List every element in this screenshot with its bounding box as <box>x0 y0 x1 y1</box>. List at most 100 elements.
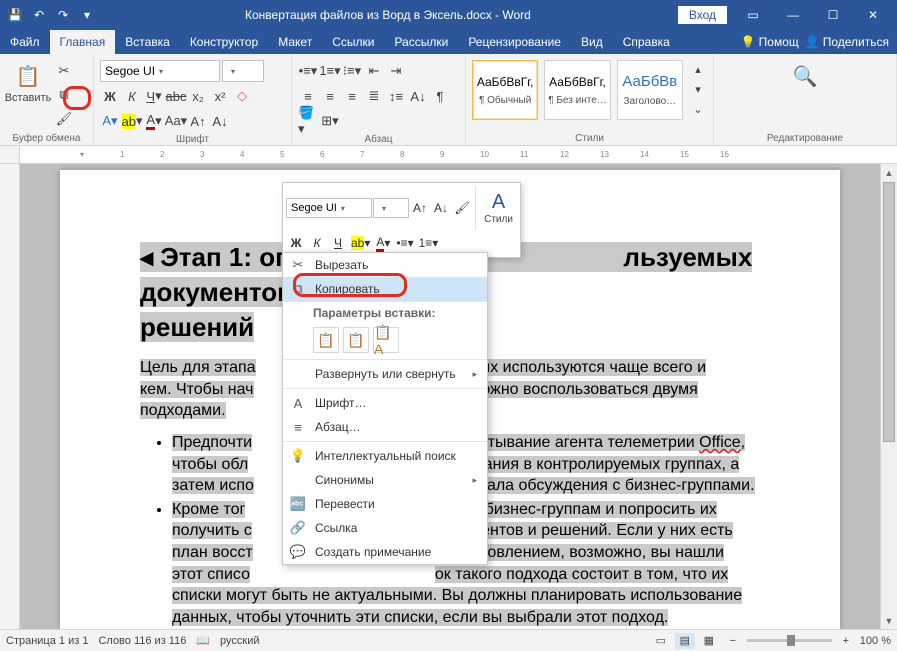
strike-button[interactable]: abc <box>166 85 186 107</box>
mini-bullets[interactable]: •≡▾ <box>394 232 415 254</box>
tab-insert[interactable]: Вставка <box>115 30 180 54</box>
paste-keep-source-icon[interactable]: 📋 <box>313 327 339 353</box>
borders-button[interactable]: ⊞▾ <box>320 110 340 132</box>
ctx-translate[interactable]: 🔤Перевести <box>283 492 487 516</box>
tab-file[interactable]: Файл <box>0 30 50 54</box>
tab-design[interactable]: Конструктор <box>180 30 268 54</box>
mini-styles-button[interactable]: A Стили <box>475 186 517 230</box>
mini-highlight[interactable]: ab▾ <box>349 232 372 254</box>
tab-layout[interactable]: Макет <box>268 30 322 54</box>
tab-home[interactable]: Главная <box>50 30 116 54</box>
subscript-button[interactable]: x₂ <box>188 85 208 107</box>
show-marks-button[interactable]: ¶ <box>430 85 450 107</box>
mini-bold[interactable]: Ж <box>286 232 306 254</box>
clear-format-button[interactable]: ◇ <box>232 85 252 107</box>
zoom-in-icon[interactable]: + <box>836 633 856 649</box>
format-painter-button[interactable]: 🖌 <box>54 108 74 130</box>
save-icon[interactable]: 💾 <box>4 4 26 26</box>
font-size-combo[interactable]: ▾ <box>222 60 264 82</box>
tab-review[interactable]: Рецензирование <box>458 30 571 54</box>
change-case-button[interactable]: Aa▾ <box>166 110 186 132</box>
underline-button[interactable]: Ч▾ <box>144 85 164 107</box>
scroll-up-icon[interactable]: ▲ <box>881 164 897 181</box>
bullets-button[interactable]: •≡▾ <box>298 60 318 82</box>
mini-underline[interactable]: Ч <box>328 232 348 254</box>
mini-size-combo[interactable]: ▾ <box>373 198 409 218</box>
cut-button[interactable]: ✂ <box>54 60 74 82</box>
undo-icon[interactable]: ↶ <box>28 4 50 26</box>
ctx-paragraph[interactable]: ≡Абзац… <box>283 415 487 439</box>
style-no-spacing[interactable]: АаБбВвГг, ¶ Без инте… <box>544 60 610 120</box>
view-print-icon[interactable]: ▤ <box>675 633 695 649</box>
text-effects-button[interactable]: A▾ <box>100 110 120 132</box>
mini-italic[interactable]: К <box>307 232 327 254</box>
scroll-down-icon[interactable]: ▼ <box>881 612 897 629</box>
view-read-icon[interactable]: ▭ <box>651 633 671 649</box>
view-web-icon[interactable]: ▦ <box>699 633 719 649</box>
highlight-button[interactable]: ab▾ <box>122 110 142 132</box>
vertical-ruler[interactable] <box>0 164 20 629</box>
styles-more-icon[interactable]: ⌄ <box>689 100 707 118</box>
find-button[interactable]: 🔍 <box>789 60 821 92</box>
zoom-level[interactable]: 100 % <box>860 635 891 647</box>
line-spacing-button[interactable]: ↕≡ <box>386 85 406 107</box>
status-words[interactable]: Слово 116 из 116 <box>98 635 186 647</box>
scroll-thumb[interactable] <box>883 182 895 442</box>
tab-view[interactable]: Вид <box>571 30 613 54</box>
numbering-button[interactable]: 1≡▾ <box>320 60 340 82</box>
maximize-icon[interactable]: ☐ <box>813 0 853 30</box>
horizontal-ruler[interactable]: ▾ 12 34 56 78 910 1112 1314 1516 <box>20 146 897 163</box>
shrink-font-button[interactable]: A↓ <box>210 110 230 132</box>
status-language[interactable]: русский <box>220 635 259 647</box>
mini-numbering[interactable]: 1≡▾ <box>417 232 441 254</box>
ctx-new-comment[interactable]: 💬Создать примечание <box>283 540 487 564</box>
ctx-cut[interactable]: ✂Вырезать <box>283 253 487 277</box>
copy-button[interactable]: ⧉ <box>54 84 74 106</box>
sort-button[interactable]: A↓ <box>408 85 428 107</box>
style-normal[interactable]: АаБбВвГг, ¶ Обычный <box>472 60 538 120</box>
mini-format-painter[interactable]: 🖌 <box>452 197 472 219</box>
share-button[interactable]: 👤 Поделиться <box>805 35 889 49</box>
paste-text-only-icon[interactable]: 📋A <box>373 327 399 353</box>
status-page[interactable]: Страница 1 из 1 <box>6 635 88 647</box>
style-heading1[interactable]: АаБбВв Заголово… <box>617 60 683 120</box>
zoom-out-icon[interactable]: − <box>723 633 743 649</box>
qat-customize-icon[interactable]: ▾ <box>76 4 98 26</box>
mini-font-combo[interactable]: Segoe UI▾ <box>286 198 372 218</box>
italic-button[interactable]: К <box>122 85 142 107</box>
mini-font-color[interactable]: A▾ <box>373 232 393 254</box>
ctx-link[interactable]: 🔗Ссылка <box>283 516 487 540</box>
ctx-synonyms[interactable]: Синонимы▸ <box>283 468 487 492</box>
styles-up-icon[interactable]: ▴ <box>689 60 707 78</box>
ctx-copy[interactable]: ⧉Копировать <box>283 277 487 301</box>
vertical-scrollbar[interactable]: ▲ ▼ <box>880 164 897 629</box>
shading-button[interactable]: 🪣▾ <box>298 110 318 132</box>
multilevel-button[interactable]: ⁝≡▾ <box>342 60 362 82</box>
increase-indent-button[interactable]: ⇥ <box>386 60 406 82</box>
paste-merge-icon[interactable]: 📋 <box>343 327 369 353</box>
mini-grow-font[interactable]: A↑ <box>410 197 430 219</box>
ctx-smart-lookup[interactable]: 💡Интеллектуальный поиск <box>283 444 487 468</box>
ctx-font[interactable]: AШрифт… <box>283 391 487 415</box>
ctx-expand-collapse[interactable]: Развернуть или свернуть▸ <box>283 362 487 386</box>
zoom-slider[interactable] <box>747 639 832 642</box>
font-color-button[interactable]: A▾ <box>144 110 164 132</box>
justify-button[interactable]: ≣ <box>364 85 384 107</box>
tab-mailings[interactable]: Рассылки <box>384 30 458 54</box>
align-left-button[interactable]: ≡ <box>298 85 318 107</box>
ribbon-options-icon[interactable]: ▭ <box>733 0 773 30</box>
styles-down-icon[interactable]: ▾ <box>689 80 707 98</box>
decrease-indent-button[interactable]: ⇤ <box>364 60 384 82</box>
redo-icon[interactable]: ↷ <box>52 4 74 26</box>
grow-font-button[interactable]: A↑ <box>188 110 208 132</box>
mini-shrink-font[interactable]: A↓ <box>431 197 451 219</box>
align-center-button[interactable]: ≡ <box>320 85 340 107</box>
tab-references[interactable]: Ссылки <box>322 30 384 54</box>
tab-help[interactable]: Справка <box>613 30 680 54</box>
tell-me[interactable]: 💡 Помощ <box>741 35 799 49</box>
superscript-button[interactable]: x² <box>210 85 230 107</box>
bold-button[interactable]: Ж <box>100 85 120 107</box>
status-proofing-icon[interactable]: 📖 <box>196 634 210 647</box>
paste-button[interactable]: 📋 Вставить <box>6 60 50 104</box>
align-right-button[interactable]: ≡ <box>342 85 362 107</box>
